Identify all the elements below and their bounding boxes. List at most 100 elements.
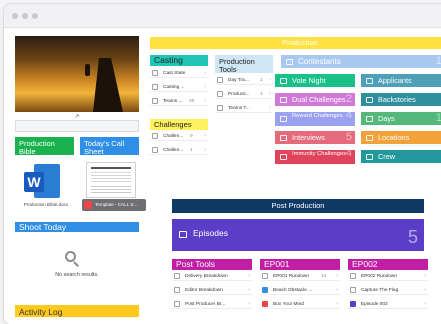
tile-interviews[interactable]: Interviews 5: [275, 131, 355, 144]
tile-label: Days: [378, 114, 395, 123]
post-tools-header[interactable]: Post Tools: [172, 259, 252, 270]
episodes-label: Episodes: [193, 228, 228, 238]
list-icon: [366, 77, 373, 84]
tile-applicants[interactable]: Applicants7: [361, 74, 441, 87]
list-icon: [280, 96, 287, 103]
tile-immunity-challenges[interactable]: Immunity Challenges 4: [275, 150, 355, 164]
casting-item[interactable]: Cast State ›: [150, 69, 208, 78]
list-icon: [179, 231, 187, 238]
tile-label: Interviews: [292, 133, 325, 142]
document-icon: [350, 301, 356, 307]
call-sheet-filename: Template - CALL S...: [95, 202, 138, 207]
call-sheet-thumbnail[interactable]: [86, 162, 136, 198]
tile-label: Crew: [378, 152, 396, 161]
post-production-banner[interactable]: Post Production: [172, 199, 424, 213]
tile-label: Immunity Challenges: [292, 151, 347, 157]
tile-count: 4: [345, 112, 352, 121]
casting-item[interactable]: Teams ... 20 ›: [150, 97, 208, 106]
chevron-right-icon: ›: [269, 77, 271, 83]
list-icon: [280, 153, 287, 160]
episodes-tile[interactable]: Episodes 5: [172, 219, 424, 251]
shoot-today-header[interactable]: Shoot Today: [15, 222, 139, 232]
casting-item[interactable]: Casting ... ›: [150, 83, 208, 92]
document-icon: [262, 301, 268, 307]
climber-silhouette: [85, 64, 90, 76]
tile-vote-night[interactable]: Vote Night: [275, 74, 355, 87]
chevron-right-icon: ›: [204, 133, 206, 139]
tile-label: Reward Challenges: [292, 113, 343, 119]
tile-crew[interactable]: Crew7: [361, 150, 441, 163]
call-sheet-file-chip[interactable]: Template - CALL S...: [82, 199, 146, 211]
production-bible-header[interactable]: Production Bible: [15, 137, 74, 155]
ep001-item[interactable]: Beach Obstacle ... ›: [260, 286, 340, 295]
table-icon: [217, 91, 223, 97]
title-bar: [4, 4, 441, 28]
casting-header[interactable]: Casting: [150, 55, 208, 66]
list-icon: [366, 115, 373, 122]
document-icon: [262, 287, 268, 293]
table-icon: [217, 105, 223, 111]
table-icon: [152, 98, 158, 104]
chevron-right-icon: ›: [204, 70, 206, 76]
production-tools-item[interactable]: Teams T... ›: [215, 104, 273, 113]
production-tools-header[interactable]: Production Tools: [215, 55, 273, 73]
chevron-right-icon: ›: [269, 105, 271, 111]
word-doc-icon[interactable]: W: [24, 164, 62, 198]
post-tools-item[interactable]: Post Producer Br... ›: [172, 300, 252, 309]
tile-backstories[interactable]: Backstories4: [361, 93, 441, 106]
zoom-window-button[interactable]: [32, 13, 38, 19]
no-results-text: No search results.: [55, 272, 99, 278]
ep001-item[interactable]: EP001 Rundown 14 ›: [260, 272, 340, 281]
tile-dual-challenges[interactable]: Dual Challenges 2: [275, 93, 355, 106]
post-tools-item[interactable]: Editor Breakdown ›: [172, 286, 252, 295]
list-icon: [366, 134, 373, 141]
chevron-right-icon: ›: [269, 91, 271, 97]
chevron-right-icon: ›: [336, 273, 338, 279]
ep001-item[interactable]: Box Your Mind ›: [260, 300, 340, 309]
ep001-header[interactable]: EP001: [260, 259, 340, 270]
tile-reward-challenges[interactable]: Reward Challenges 4: [275, 112, 355, 126]
challenges-item[interactable]: Challen... 1 ›: [150, 146, 208, 155]
tile-days[interactable]: Days 10: [361, 112, 441, 125]
tile-locations[interactable]: Locations2: [361, 131, 441, 144]
ep002-header[interactable]: EP002: [348, 259, 428, 270]
chevron-right-icon: ›: [336, 301, 338, 307]
cover-photo: [15, 36, 139, 112]
call-sheet-header[interactable]: Today's Call Sheet: [80, 137, 139, 155]
minimize-window-button[interactable]: [22, 13, 28, 19]
tile-label: Applicants: [378, 76, 412, 85]
list-icon: [366, 96, 373, 103]
table-icon: [152, 84, 158, 90]
chevron-right-icon: ›: [424, 273, 426, 279]
table-icon: [262, 273, 268, 279]
chevron-right-icon: ›: [204, 98, 206, 104]
ep002-item[interactable]: Capture The Flag ›: [348, 286, 428, 295]
ep002-item[interactable]: EP002 Rundown ›: [348, 272, 428, 281]
close-window-button[interactable]: [12, 13, 18, 19]
tile-label: Vote Night: [292, 76, 326, 85]
search-icon: [65, 251, 81, 267]
challenges-item[interactable]: Challen... 9 ›: [150, 132, 208, 141]
chevron-right-icon: ›: [248, 273, 250, 279]
production-banner[interactable]: Production: [150, 37, 441, 49]
post-tools-item[interactable]: Delivery Breakdown ›: [172, 272, 252, 281]
contestants-count: 18: [435, 55, 441, 67]
ep002-item[interactable]: Episode 002 ›: [348, 300, 428, 309]
production-tools-item[interactable]: Day Tra... 1 ›: [215, 76, 273, 85]
production-bible-filename[interactable]: Production Bible.docx: [16, 202, 76, 207]
casting-item-count: 20: [189, 98, 195, 104]
activity-log-header[interactable]: Activity Log: [15, 305, 139, 317]
episodes-count: 5: [407, 227, 418, 247]
chevron-right-icon: ›: [424, 301, 426, 307]
tile-count: 2: [345, 93, 352, 105]
contestants-tile[interactable]: Contestants18: [281, 55, 441, 68]
app-window: ↗ Resource List Production Bible Today's…: [4, 4, 441, 324]
challenges-header[interactable]: Challenges: [150, 119, 208, 130]
resource-list-box[interactable]: [15, 120, 139, 132]
chevron-right-icon: ›: [248, 287, 250, 293]
table-icon: [174, 287, 180, 293]
production-tools-item[interactable]: Producti... 1 ›: [215, 90, 273, 99]
users-icon: [286, 58, 293, 65]
tile-label: Backstories: [378, 95, 416, 104]
tile-count: 10: [435, 112, 441, 124]
